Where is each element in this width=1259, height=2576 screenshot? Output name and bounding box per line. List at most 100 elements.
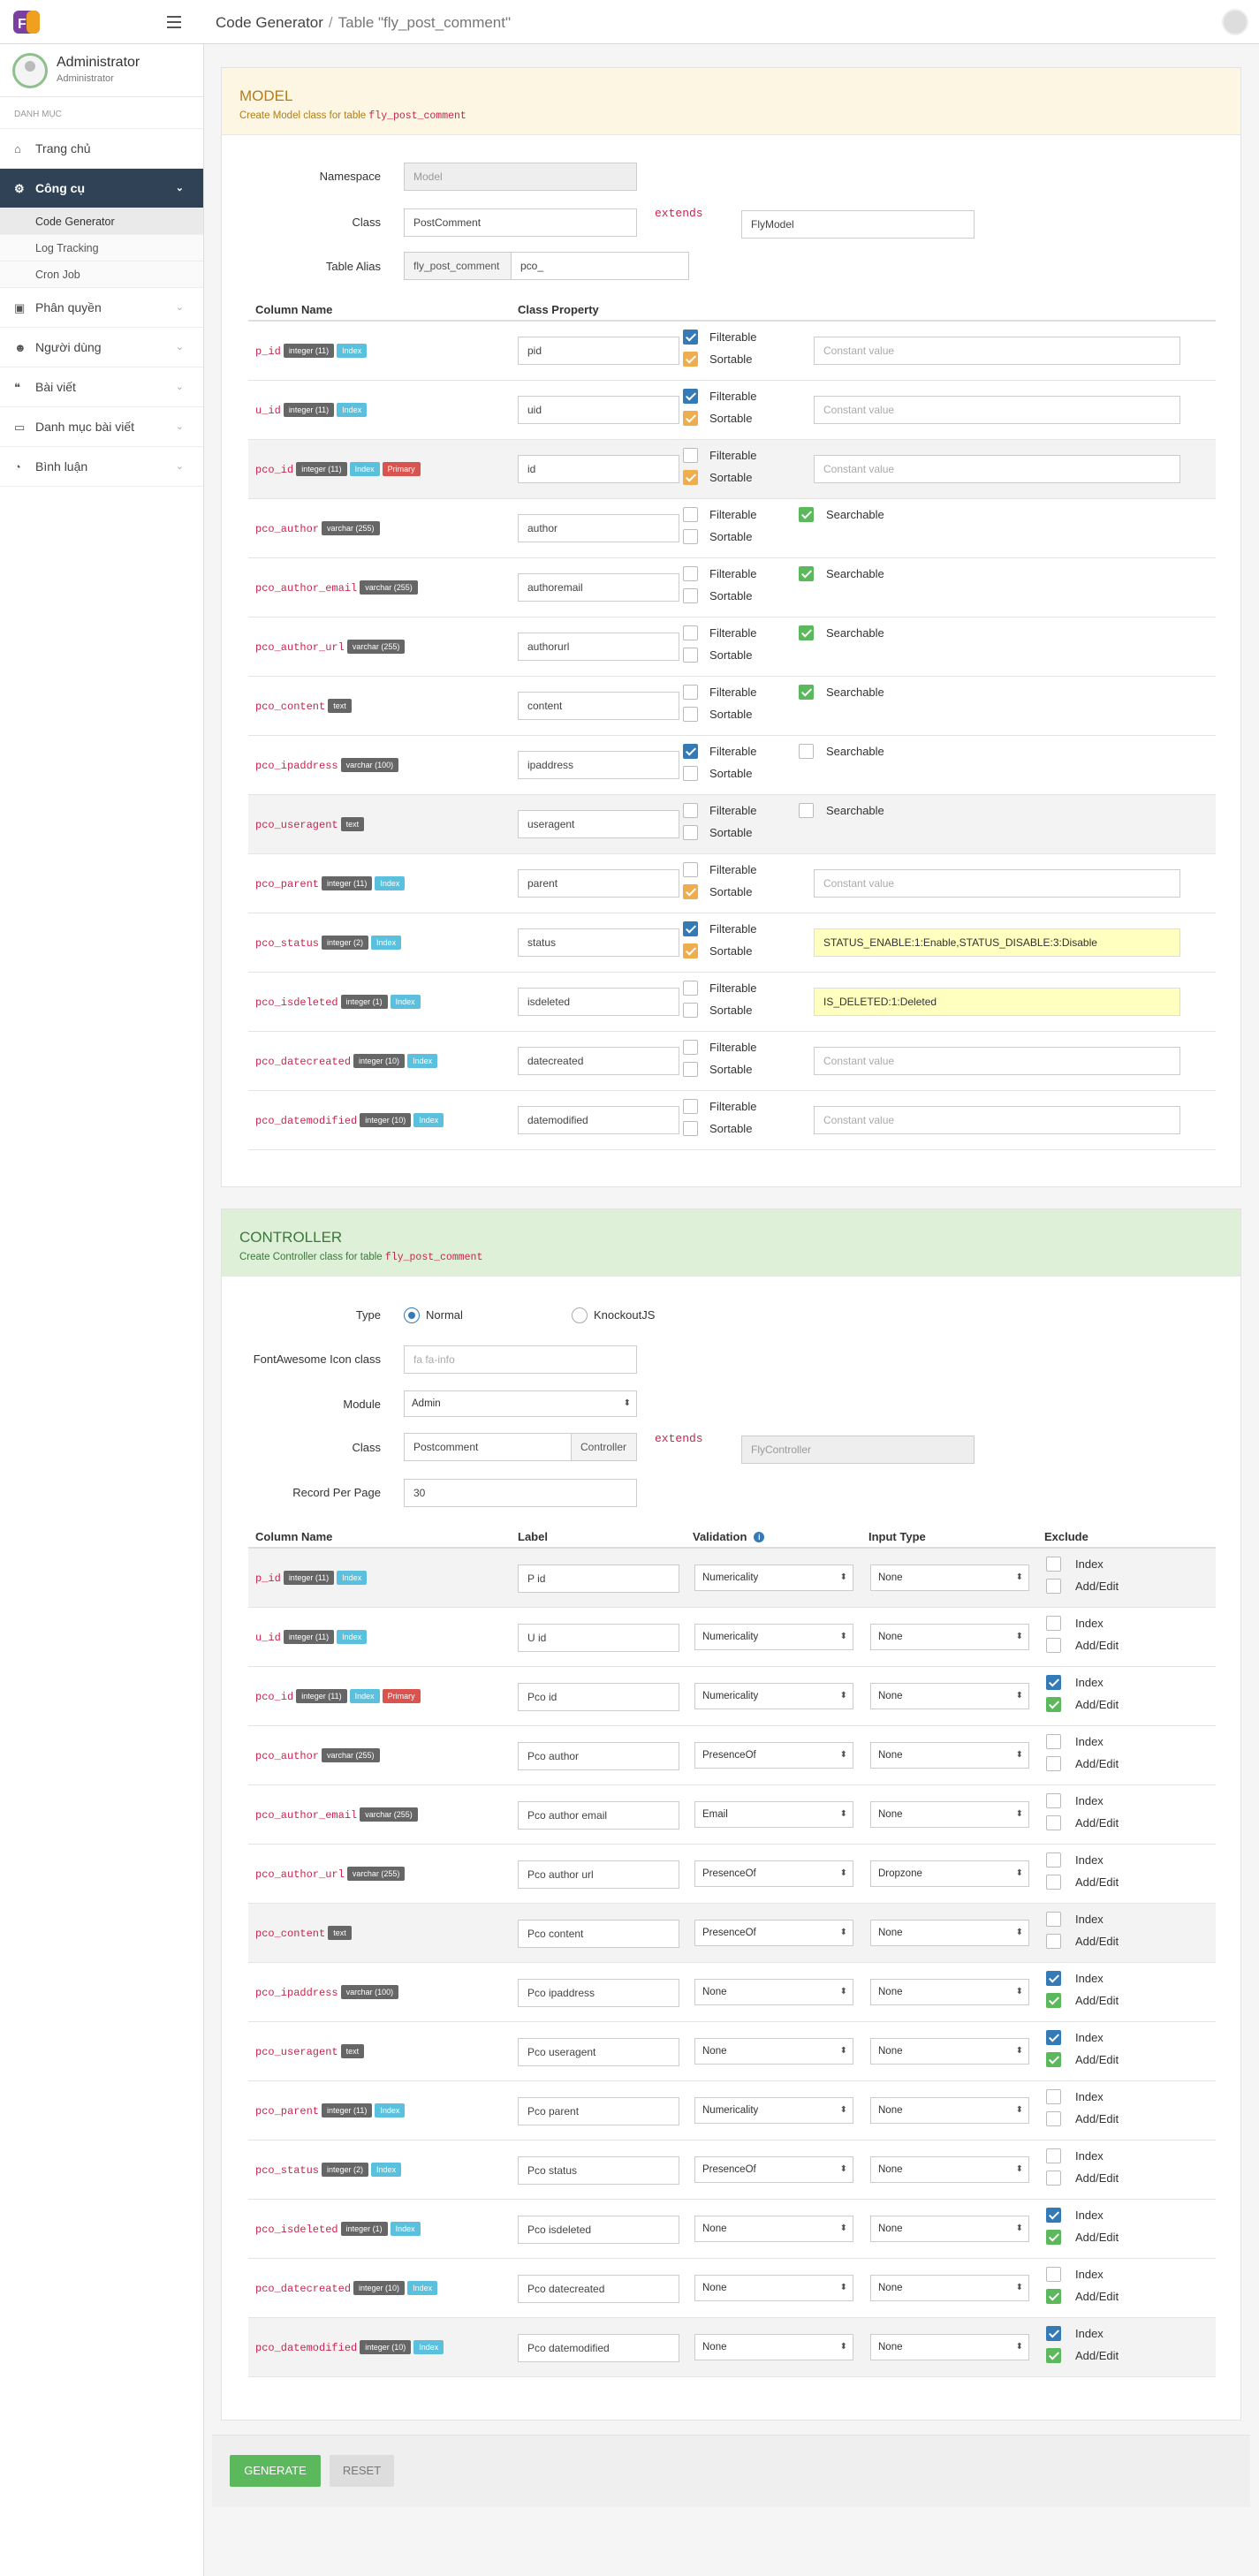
constant-value-input[interactable]: Constant value [814,337,1180,365]
exclude-addedit-checkbox[interactable] [1046,2052,1061,2067]
sidebar-item-0[interactable]: ⌂ Trang chủ [0,129,203,169]
filterable-checkbox[interactable] [683,1099,698,1114]
subnav-item-1[interactable]: Log Tracking [0,235,203,261]
class-property-input[interactable]: status [518,928,679,957]
filterable-checkbox[interactable] [683,921,698,936]
sortable-checkbox[interactable] [683,707,698,722]
sortable-checkbox[interactable] [683,1003,698,1018]
validation-select[interactable]: Numericality [694,1683,853,1709]
exclude-index-checkbox[interactable] [1046,1734,1061,1749]
model-class-input[interactable]: PostComment [404,208,637,237]
validation-select[interactable]: None [694,2334,853,2360]
info-icon[interactable]: i [754,1532,765,1542]
constant-value-input[interactable]: Constant value [814,1047,1180,1075]
sidebar-item-1[interactable]: ⚙ Công cụ ⌄ [0,169,203,208]
validation-select[interactable]: PresenceOf [694,2156,853,2183]
namespace-input[interactable]: Model [404,163,637,191]
input-type-select[interactable]: None [870,1742,1029,1769]
constant-value-input[interactable]: STATUS_ENABLE:1:Enable,STATUS_DISABLE:3:… [814,928,1180,957]
sortable-checkbox[interactable] [683,411,698,426]
validation-select[interactable]: None [694,2216,853,2242]
class-property-input[interactable]: datemodified [518,1106,679,1134]
label-input[interactable]: Pco ipaddress [518,1979,679,2007]
type-knockout-radio[interactable] [572,1307,588,1323]
constant-value-input[interactable]: Constant value [814,869,1180,898]
sortable-checkbox[interactable] [683,470,698,485]
filterable-checkbox[interactable] [683,981,698,996]
class-property-input[interactable]: ipaddress [518,751,679,779]
label-input[interactable]: Pco id [518,1683,679,1711]
label-input[interactable]: Pco useragent [518,2038,679,2066]
filterable-checkbox[interactable] [683,862,698,877]
exclude-addedit-checkbox[interactable] [1046,1579,1061,1594]
exclude-addedit-checkbox[interactable] [1046,2230,1061,2245]
exclude-index-checkbox[interactable] [1046,1852,1061,1868]
exclude-index-checkbox[interactable] [1046,2089,1061,2104]
exclude-addedit-checkbox[interactable] [1046,2171,1061,2186]
label-input[interactable]: Pco datemodified [518,2334,679,2362]
validation-select[interactable]: None [694,2038,853,2065]
label-input[interactable]: Pco datecreated [518,2275,679,2303]
input-type-select[interactable]: None [870,1624,1029,1650]
exclude-addedit-checkbox[interactable] [1046,1815,1061,1830]
class-property-input[interactable]: pid [518,337,679,365]
validation-select[interactable]: Numericality [694,1565,853,1591]
sortable-checkbox[interactable] [683,1062,698,1077]
sidebar-item-4[interactable]: ❝ Bài viết ⌄ [0,367,203,407]
model-extends-input[interactable]: FlyModel [741,210,975,239]
sortable-checkbox[interactable] [683,825,698,840]
exclude-index-checkbox[interactable] [1046,1971,1061,1986]
exclude-index-checkbox[interactable] [1046,1675,1061,1690]
validation-select[interactable]: PresenceOf [694,1742,853,1769]
constant-value-input[interactable]: Constant value [814,396,1180,424]
constant-value-input[interactable]: Constant value [814,1106,1180,1134]
exclude-addedit-checkbox[interactable] [1046,1756,1061,1771]
searchable-checkbox[interactable] [799,507,814,522]
exclude-addedit-checkbox[interactable] [1046,2111,1061,2126]
input-type-select[interactable]: None [870,1979,1029,2005]
filterable-checkbox[interactable] [683,1040,698,1055]
sortable-checkbox[interactable] [683,943,698,958]
exclude-index-checkbox[interactable] [1046,1912,1061,1927]
input-type-select[interactable]: None [870,1683,1029,1709]
sortable-checkbox[interactable] [683,884,698,899]
class-property-input[interactable]: id [518,455,679,483]
validation-select[interactable]: None [694,2275,853,2301]
class-property-input[interactable]: parent [518,869,679,898]
filterable-checkbox[interactable] [683,389,698,404]
exclude-addedit-checkbox[interactable] [1046,2348,1061,2363]
label-input[interactable]: U id [518,1624,679,1652]
breadcrumb-root[interactable]: Code Generator [216,14,323,31]
menu-toggle-icon[interactable] [164,12,184,32]
validation-select[interactable]: Numericality [694,2097,853,2124]
validation-select[interactable]: Numericality [694,1624,853,1650]
generate-button[interactable]: GENERATE [230,2455,321,2487]
icon-class-input[interactable]: fa fa-info [404,1345,637,1374]
label-input[interactable]: P id [518,1565,679,1593]
sidebar-item-5[interactable]: ▭ Danh mục bài viết ⌄ [0,407,203,447]
exclude-addedit-checkbox[interactable] [1046,1934,1061,1949]
constant-value-input[interactable]: Constant value [814,455,1180,483]
sidebar-item-2[interactable]: ▣ Phân quyền ⌄ [0,288,203,328]
filterable-checkbox[interactable] [683,744,698,759]
class-property-input[interactable]: datecreated [518,1047,679,1075]
constant-value-input[interactable]: IS_DELETED:1:Deleted [814,988,1180,1016]
validation-select[interactable]: Email [694,1801,853,1828]
filterable-checkbox[interactable] [683,507,698,522]
class-property-input[interactable]: isdeleted [518,988,679,1016]
validation-select[interactable]: PresenceOf [694,1860,853,1887]
exclude-addedit-checkbox[interactable] [1046,1697,1061,1712]
class-property-input[interactable]: authorurl [518,633,679,661]
sortable-checkbox[interactable] [683,1121,698,1136]
filterable-checkbox[interactable] [683,685,698,700]
exclude-index-checkbox[interactable] [1046,1793,1061,1808]
type-normal-radio[interactable] [404,1307,420,1323]
exclude-addedit-checkbox[interactable] [1046,1875,1061,1890]
searchable-checkbox[interactable] [799,685,814,700]
sortable-checkbox[interactable] [683,588,698,603]
input-type-select[interactable]: None [870,2156,1029,2183]
filterable-checkbox[interactable] [683,803,698,818]
input-type-select[interactable]: None [870,2275,1029,2301]
input-type-select[interactable]: None [870,1920,1029,1946]
searchable-checkbox[interactable] [799,625,814,640]
